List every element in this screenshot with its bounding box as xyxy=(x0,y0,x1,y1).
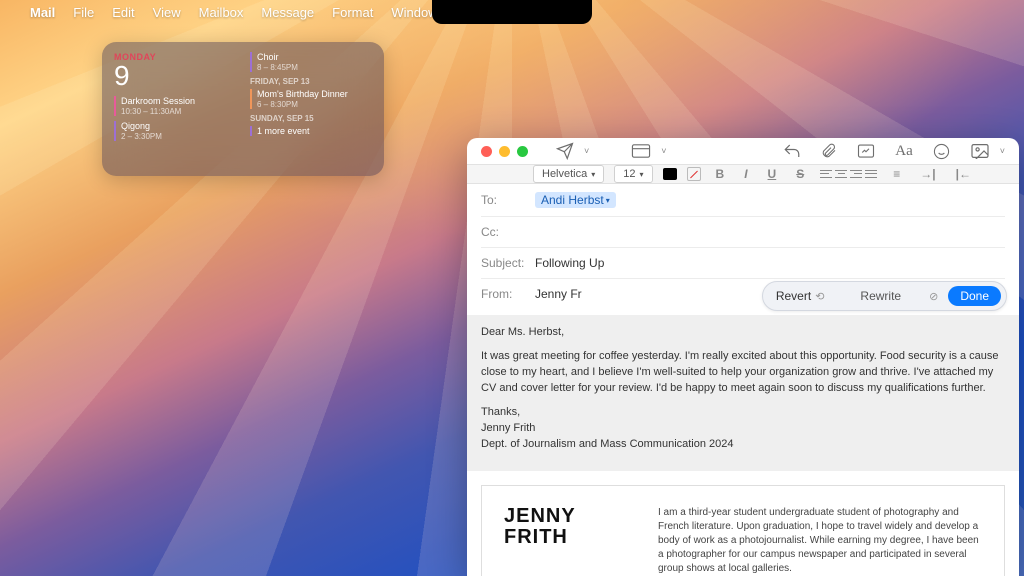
calendar-widget[interactable]: MONDAY 9 Darkroom Session 10:30 – 11:30A… xyxy=(102,42,384,176)
underline-button[interactable]: U xyxy=(763,165,782,183)
widget-date: 9 xyxy=(114,62,234,90)
markup-icon[interactable] xyxy=(851,139,881,163)
size-select[interactable]: 12▾ xyxy=(614,165,652,183)
recipient-chip[interactable]: Andi Herbst xyxy=(535,192,616,208)
writing-tools-icon[interactable]: ⊘ xyxy=(929,290,938,303)
header-fields-button[interactable] xyxy=(625,140,657,162)
signature-card: JENNY FRITH I am a third-year student un… xyxy=(481,485,1005,576)
widget-event: 1 more event xyxy=(250,126,372,137)
photo-icon[interactable] xyxy=(964,139,996,163)
menu-view[interactable]: View xyxy=(153,5,181,20)
widget-event: Mom's Birthday Dinner 6 – 8:30PM xyxy=(250,89,372,109)
menu-app[interactable]: Mail xyxy=(30,5,55,20)
message-body[interactable]: Dear Ms. Herbst, It was great meeting fo… xyxy=(467,315,1019,471)
widget-event: Darkroom Session 10:30 – 11:30AM xyxy=(114,96,234,116)
cc-field[interactable]: Cc: xyxy=(481,217,1005,248)
text-color[interactable] xyxy=(663,168,677,180)
menu-edit[interactable]: Edit xyxy=(112,5,134,20)
format-icon[interactable]: Aa xyxy=(889,139,919,164)
revert-button[interactable]: Revert⟲ xyxy=(768,287,833,305)
italic-button[interactable]: I xyxy=(739,165,752,183)
menu-message[interactable]: Message xyxy=(261,5,314,20)
rewrite-toolbar: Revert⟲ Rewrite ⊘ Done xyxy=(762,281,1007,311)
chevron-down-icon[interactable]: ˅ xyxy=(661,146,666,156)
bg-color-none[interactable] xyxy=(687,167,701,181)
rewrite-label: Rewrite xyxy=(842,289,919,303)
send-button[interactable] xyxy=(550,138,580,164)
bold-button[interactable]: B xyxy=(711,165,730,183)
done-button[interactable]: Done xyxy=(948,286,1001,306)
format-bar: Helvetica▾ 12▾ B I U S ≡ →| |← xyxy=(467,164,1019,184)
signature-bio: I am a third-year student undergraduate … xyxy=(658,506,982,576)
from-field[interactable]: From: Jenny Fr Revert⟲ Rewrite ⊘ Done xyxy=(481,279,1005,309)
align-buttons[interactable] xyxy=(819,168,878,180)
indent-right-button[interactable]: →| xyxy=(915,165,940,183)
notch xyxy=(432,0,592,24)
chevron-down-icon[interactable]: ˅ xyxy=(584,146,589,156)
indent-left-button[interactable]: |← xyxy=(951,165,976,183)
menu-window[interactable]: Window xyxy=(391,5,437,20)
widget-section-header: FRIDAY, SEP 13 xyxy=(250,77,372,86)
menu-mailbox[interactable]: Mailbox xyxy=(199,5,244,20)
menu-format[interactable]: Format xyxy=(332,5,373,20)
titlebar: ˅ ˅ Aa ˅ xyxy=(467,138,1019,164)
attach-icon[interactable] xyxy=(815,138,843,164)
mail-compose-window: ˅ ˅ Aa ˅ Helvetica▾ 12▾ B I U S ≡ xyxy=(467,138,1019,576)
signature-name: JENNY FRITH xyxy=(504,506,634,576)
strike-button[interactable]: S xyxy=(791,165,809,183)
zoom-button[interactable] xyxy=(517,146,528,157)
subject-field[interactable]: Subject: Following Up xyxy=(481,248,1005,279)
widget-event: Choir 8 – 8:45PM xyxy=(250,52,372,72)
reply-icon[interactable] xyxy=(777,139,807,163)
list-button[interactable]: ≡ xyxy=(888,165,905,183)
chevron-down-icon[interactable]: ˅ xyxy=(1000,146,1005,156)
close-button[interactable] xyxy=(481,146,492,157)
widget-section-header: SUNDAY, SEP 15 xyxy=(250,114,372,123)
menu-file[interactable]: File xyxy=(73,5,94,20)
widget-event: Qigong 2 – 3:30PM xyxy=(114,121,234,141)
font-select[interactable]: Helvetica▾ xyxy=(533,165,604,183)
emoji-icon[interactable] xyxy=(927,139,956,164)
widget-day: MONDAY xyxy=(114,52,234,62)
minimize-button[interactable] xyxy=(499,146,510,157)
to-field[interactable]: To: Andi Herbst xyxy=(481,184,1005,217)
